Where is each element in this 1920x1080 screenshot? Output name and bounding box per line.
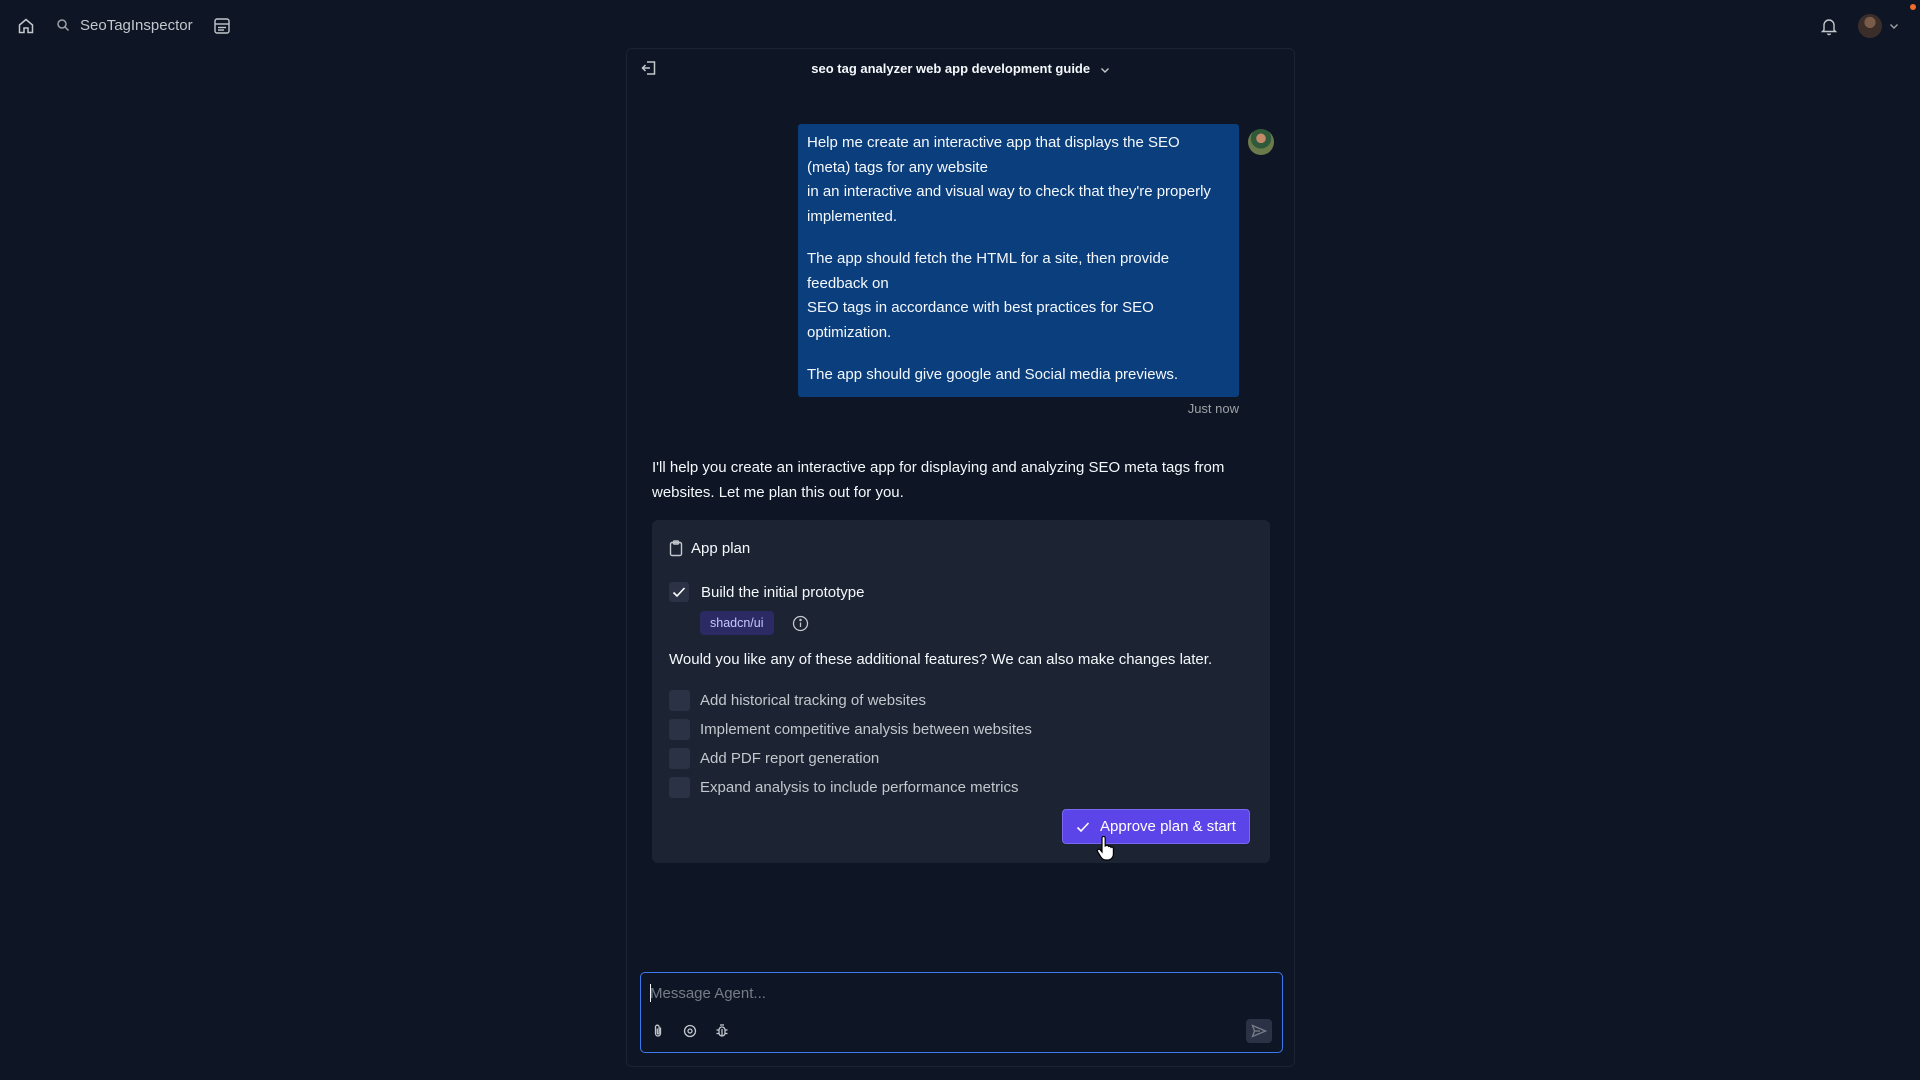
- app-plan-card: App plan Build the initial prototype sha…: [652, 520, 1270, 863]
- text-line: The app should fetch the HTML for a site…: [807, 250, 1170, 267]
- text-line: implemented.: [807, 207, 898, 225]
- bug-icon[interactable]: [714, 1023, 730, 1039]
- chevron-down-icon[interactable]: [1889, 22, 1899, 30]
- chat-title-text: seo tag analyzer web app development gui…: [811, 61, 1091, 76]
- text-line: in an interactive and visual way to chec…: [807, 183, 1211, 200]
- user-message-paragraph: The app should give google and Social me…: [807, 363, 1230, 388]
- text-line: Help me create an interactive app that d…: [807, 134, 1180, 151]
- text-line: websites. Let me plan this out for you.: [652, 483, 904, 501]
- feature-list: Add historical tracking of websites Impl…: [669, 686, 1032, 802]
- user-message-paragraph: The app should fetch the HTML for a site…: [807, 247, 1230, 345]
- info-icon[interactable]: [792, 615, 809, 632]
- feature-checkbox[interactable]: [669, 690, 690, 711]
- feature-item[interactable]: Implement competitive analysis between w…: [669, 715, 1032, 744]
- user-message: Help me create an interactive app that d…: [798, 124, 1239, 397]
- check-icon: [1076, 821, 1090, 832]
- feature-checkbox[interactable]: [669, 748, 690, 769]
- chat-title[interactable]: seo tag analyzer web app development gui…: [627, 61, 1294, 76]
- notification-dot: [1910, 4, 1916, 10]
- plan-header: App plan: [669, 540, 750, 557]
- send-icon: [1251, 1024, 1267, 1038]
- user-message-paragraph: Help me create an interactive app that d…: [807, 131, 1230, 229]
- feature-checkbox[interactable]: [669, 719, 690, 740]
- agent-message: I'll help you create an interactive app …: [652, 456, 1272, 505]
- settings-icon[interactable]: [682, 1023, 698, 1039]
- feature-label[interactable]: Add historical tracking of websites: [700, 692, 926, 709]
- search-icon[interactable]: [56, 18, 70, 32]
- feature-item[interactable]: Add PDF report generation: [669, 744, 1032, 773]
- feature-checkbox[interactable]: [669, 777, 690, 798]
- top-bar: SeoTagInspector: [0, 0, 1920, 52]
- home-icon[interactable]: [17, 17, 35, 35]
- feature-label[interactable]: Expand analysis to include performance m…: [700, 779, 1019, 796]
- send-button[interactable]: [1246, 1019, 1272, 1043]
- mouse-cursor-icon: [1096, 836, 1114, 861]
- project-name[interactable]: SeoTagInspector: [80, 17, 193, 34]
- paperclip-icon[interactable]: [650, 1023, 666, 1039]
- feature-label[interactable]: Add PDF report generation: [700, 750, 879, 767]
- layout-icon[interactable]: [213, 17, 231, 35]
- prototype-checkbox[interactable]: [669, 582, 689, 602]
- text-caret: [650, 984, 651, 1002]
- prototype-label: Build the initial prototype: [701, 583, 865, 601]
- approve-plan-button[interactable]: Approve plan & start: [1062, 809, 1250, 844]
- message-composer: [640, 972, 1283, 1053]
- chat-header: seo tag analyzer web app development gui…: [627, 49, 1294, 89]
- text-line: SEO tags in accordance with best practic…: [807, 299, 1154, 316]
- text-line: (meta) tags for any website: [807, 158, 988, 176]
- text-line: The app should give google and Social me…: [807, 366, 1179, 383]
- feature-item[interactable]: Add historical tracking of websites: [669, 686, 1032, 715]
- check-icon: [672, 587, 686, 598]
- stack-badge: shadcn/ui: [700, 611, 774, 635]
- prototype-item: Build the initial prototype: [669, 582, 864, 602]
- bell-icon[interactable]: [1820, 16, 1838, 36]
- chevron-down-icon: [1100, 67, 1109, 73]
- avatar[interactable]: [1858, 14, 1882, 38]
- clipboard-icon: [669, 540, 683, 557]
- user-avatar: [1248, 129, 1274, 155]
- text-line: optimization.: [807, 323, 892, 341]
- text-line: I'll help you create an interactive app …: [652, 459, 1225, 476]
- message-input[interactable]: [650, 983, 1250, 1003]
- plan-title: App plan: [691, 540, 751, 557]
- feature-item[interactable]: Expand analysis to include performance m…: [669, 773, 1032, 802]
- features-question: Would you like any of these additional f…: [669, 651, 1213, 668]
- chat-panel: seo tag analyzer web app development gui…: [626, 48, 1295, 1067]
- feature-label[interactable]: Implement competitive analysis between w…: [700, 721, 1032, 738]
- approve-plan-label: Approve plan & start: [1100, 818, 1236, 835]
- message-timestamp: Just now: [1187, 401, 1239, 416]
- text-line: feedback on: [807, 274, 889, 292]
